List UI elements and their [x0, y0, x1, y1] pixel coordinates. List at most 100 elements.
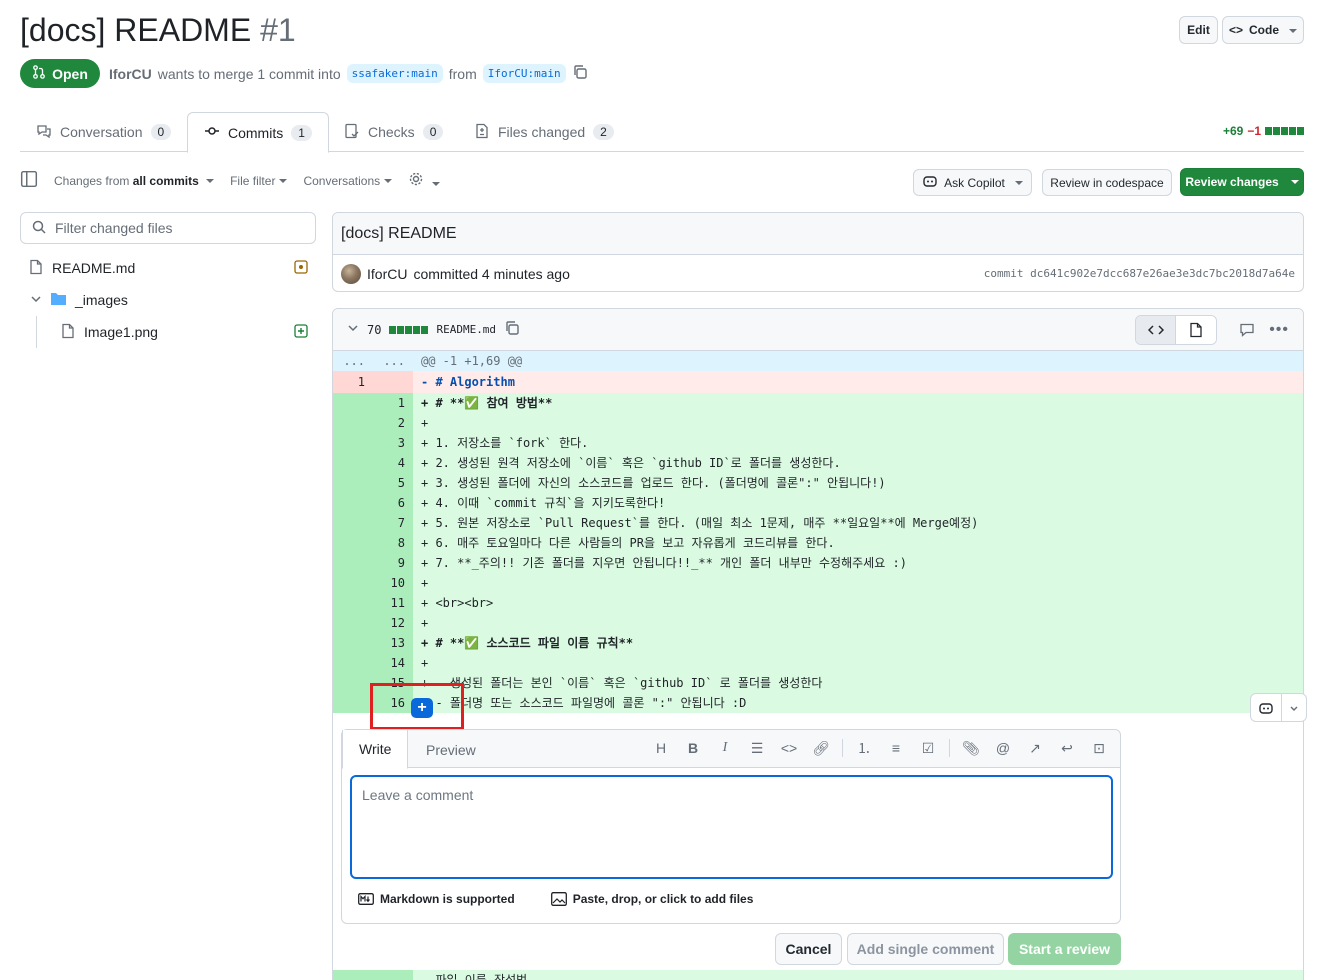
new-line-number[interactable] — [333, 970, 413, 980]
ask-copilot-button[interactable]: Ask Copilot — [913, 169, 1032, 196]
copy-icon[interactable] — [504, 320, 520, 339]
avatar[interactable] — [341, 263, 361, 284]
filter-changed-files-input[interactable]: Filter changed files — [20, 212, 316, 244]
old-line-number[interactable] — [333, 613, 373, 633]
heading-icon[interactable]: H — [650, 740, 672, 756]
diff-line-code: + # **✅ 소스코드 파일 이름 규칙** — [413, 633, 1303, 653]
tab-conversation[interactable]: Conversation 0 — [20, 112, 187, 152]
code-icon[interactable] — [1136, 316, 1176, 344]
chevron-down-icon[interactable] — [347, 322, 359, 337]
new-line-number[interactable]: 8 — [373, 533, 413, 553]
kebab-horizontal-icon[interactable]: ••• — [1269, 321, 1289, 339]
add-single-comment-button[interactable]: Add single comment — [847, 933, 1004, 965]
copilot-line-menu[interactable] — [1250, 693, 1307, 722]
old-line-number[interactable] — [333, 653, 373, 673]
copilot-icon[interactable] — [1251, 694, 1283, 721]
comment-textarea[interactable]: Leave a comment — [350, 775, 1113, 879]
tab-commits[interactable]: Commits 1 — [187, 112, 329, 153]
code-dropdown-button[interactable]: <> Code — [1222, 16, 1304, 44]
new-line-number[interactable]: 6 — [373, 493, 413, 513]
write-tab[interactable]: Write — [342, 730, 408, 769]
preview-tab[interactable]: Preview — [410, 730, 492, 769]
diff-settings-button[interactable] — [408, 171, 439, 190]
review-in-codespace-button[interactable]: Review in codespace — [1042, 169, 1172, 196]
start-review-button[interactable]: Start a review — [1008, 933, 1121, 965]
reply-icon[interactable]: ↩ — [1056, 740, 1078, 757]
old-line-number[interactable] — [333, 573, 373, 593]
bold-icon[interactable]: B — [682, 740, 704, 756]
new-line-number[interactable]: 14 — [373, 653, 413, 673]
old-line-number[interactable] — [333, 533, 373, 553]
sidebar-toggle-icon[interactable] — [20, 170, 38, 191]
new-line-number[interactable]: 4 — [373, 453, 413, 473]
new-line-number[interactable]: 12 — [373, 613, 413, 633]
markdown-supported-link[interactable]: Markdown is supported — [358, 892, 515, 906]
diff-line-code: - # Algorithm — [413, 371, 1303, 393]
head-branch[interactable]: IforCU:main — [482, 64, 566, 83]
suggestion-icon[interactable]: ⊡ — [1088, 740, 1110, 757]
hunk-expand-new[interactable]: ... — [373, 351, 413, 371]
image-icon — [550, 892, 567, 906]
diff-line-code: + # **✅ 참여 방법** — [413, 393, 1303, 413]
task-list-icon[interactable]: ☑ — [917, 740, 939, 757]
old-line-number[interactable]: 1 — [333, 371, 373, 393]
comment-icon[interactable] — [1239, 322, 1255, 341]
ordered-list-icon[interactable]: ⒈ — [853, 738, 875, 758]
paperclip-icon[interactable]: 📎︎ — [960, 740, 982, 757]
new-line-number[interactable]: 13 — [373, 633, 413, 653]
tab-checks[interactable]: Checks 0 — [328, 112, 459, 152]
file-filter-dropdown[interactable]: File filter — [230, 174, 287, 188]
file-rich-view-icon[interactable] — [1176, 316, 1216, 344]
file-name[interactable]: README.md — [436, 323, 496, 336]
cancel-button[interactable]: Cancel — [775, 933, 842, 965]
old-line-number[interactable] — [333, 493, 373, 513]
commit-author-link[interactable]: IforCU — [367, 266, 407, 282]
new-line-number[interactable]: 9 — [373, 553, 413, 573]
new-line-number[interactable]: 11 — [373, 593, 413, 613]
old-line-number[interactable] — [333, 673, 373, 693]
cross-reference-icon[interactable]: ↗ — [1024, 740, 1046, 757]
old-line-number[interactable] — [333, 513, 373, 533]
old-line-number[interactable] — [333, 433, 373, 453]
conversations-dropdown[interactable]: Conversations — [303, 174, 392, 188]
review-changes-label: Review changes — [1185, 175, 1279, 189]
new-line-number[interactable]: 5 — [373, 473, 413, 493]
new-line-number[interactable]: 10 — [373, 573, 413, 593]
mention-icon[interactable]: @ — [992, 740, 1014, 756]
edit-button[interactable]: Edit — [1179, 16, 1218, 44]
tab-files-changed[interactable]: Files changed 2 — [458, 112, 630, 152]
unordered-list-icon[interactable]: ≡ — [885, 740, 907, 756]
attach-files-button[interactable]: Paste, drop, or click to add files — [550, 892, 753, 906]
old-line-number[interactable] — [333, 633, 373, 653]
quote-icon[interactable]: ☰ — [746, 740, 768, 757]
old-line-number[interactable] — [333, 393, 373, 413]
file-tree-item-readme[interactable]: README.md — [20, 252, 316, 284]
new-line-number[interactable]: 7 — [373, 513, 413, 533]
new-line-number[interactable]: 3 — [373, 433, 413, 453]
new-line-number[interactable] — [373, 371, 413, 393]
tab-commits-count: 1 — [291, 124, 312, 141]
old-line-number[interactable] — [333, 473, 373, 493]
old-line-number[interactable] — [333, 413, 373, 433]
diff-line-code: + — [413, 413, 1303, 433]
review-changes-button[interactable]: Review changes — [1180, 168, 1304, 196]
chevron-down-icon[interactable] — [1282, 694, 1306, 721]
new-line-number[interactable]: 1 — [373, 393, 413, 413]
diff-line: 15 + - 생성된 폴더는 본인 `이름` 혹은 `github ID` 로 폴… — [333, 673, 1303, 693]
italic-icon[interactable]: I — [714, 740, 736, 756]
link-icon[interactable]: 🔗︎ — [810, 740, 832, 757]
base-branch[interactable]: ssafaker:main — [346, 64, 443, 83]
commit-sha[interactable]: commit dc641c902e7dcc687e26ae3e3dc7bc201… — [984, 267, 1295, 280]
new-line-number[interactable]: 2 — [373, 413, 413, 433]
file-tree-item-image1[interactable]: Image1.png — [20, 316, 316, 348]
old-line-number[interactable] — [333, 453, 373, 473]
old-line-number[interactable] — [333, 553, 373, 573]
changes-from-dropdown[interactable]: Changes from all commits — [54, 174, 214, 188]
code-icon[interactable]: <> — [778, 740, 800, 756]
copy-icon[interactable] — [572, 64, 588, 83]
file-tree-folder-images[interactable]: _images — [20, 284, 316, 316]
hunk-expand-old[interactable]: ... — [333, 351, 373, 371]
pr-author-link[interactable]: IforCU — [109, 66, 152, 82]
old-line-number[interactable] — [333, 693, 373, 713]
old-line-number[interactable] — [333, 593, 373, 613]
